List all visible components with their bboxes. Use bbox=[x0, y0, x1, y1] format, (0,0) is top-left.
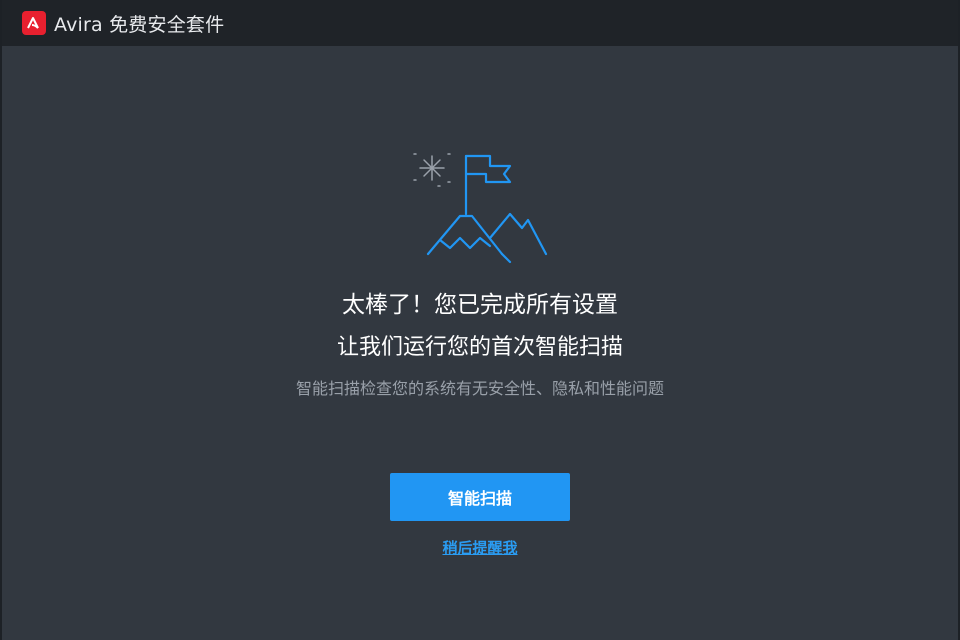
mountain-flag-fireworks-icon bbox=[413, 153, 548, 264]
remind-later-link[interactable]: 稍后提醒我 bbox=[442, 537, 517, 558]
app-title: Avira 免费安全套件 bbox=[54, 13, 225, 36]
scan-prompt-heading: 让我们运行您的首次智能扫描 bbox=[336, 335, 623, 360]
smart-scan-button[interactable]: 智能扫描 bbox=[390, 473, 570, 521]
completion-heading: 太棒了！您已完成所有设置 bbox=[342, 292, 618, 318]
title-bar: Avira 免费安全套件 bbox=[2, 0, 958, 46]
scan-description: 智能扫描检查您的系统有无安全性、隐私和性能问题 bbox=[295, 379, 664, 398]
app-window: Avira 免费安全套件 太棒了！您已完成所有设置 让我们运行您的首次智能扫描 … bbox=[0, 0, 960, 640]
setup-complete-panel: 太棒了！您已完成所有设置 让我们运行您的首次智能扫描 智能扫描检查您的系统有无安… bbox=[2, 46, 958, 640]
avira-logo-icon bbox=[22, 11, 46, 35]
